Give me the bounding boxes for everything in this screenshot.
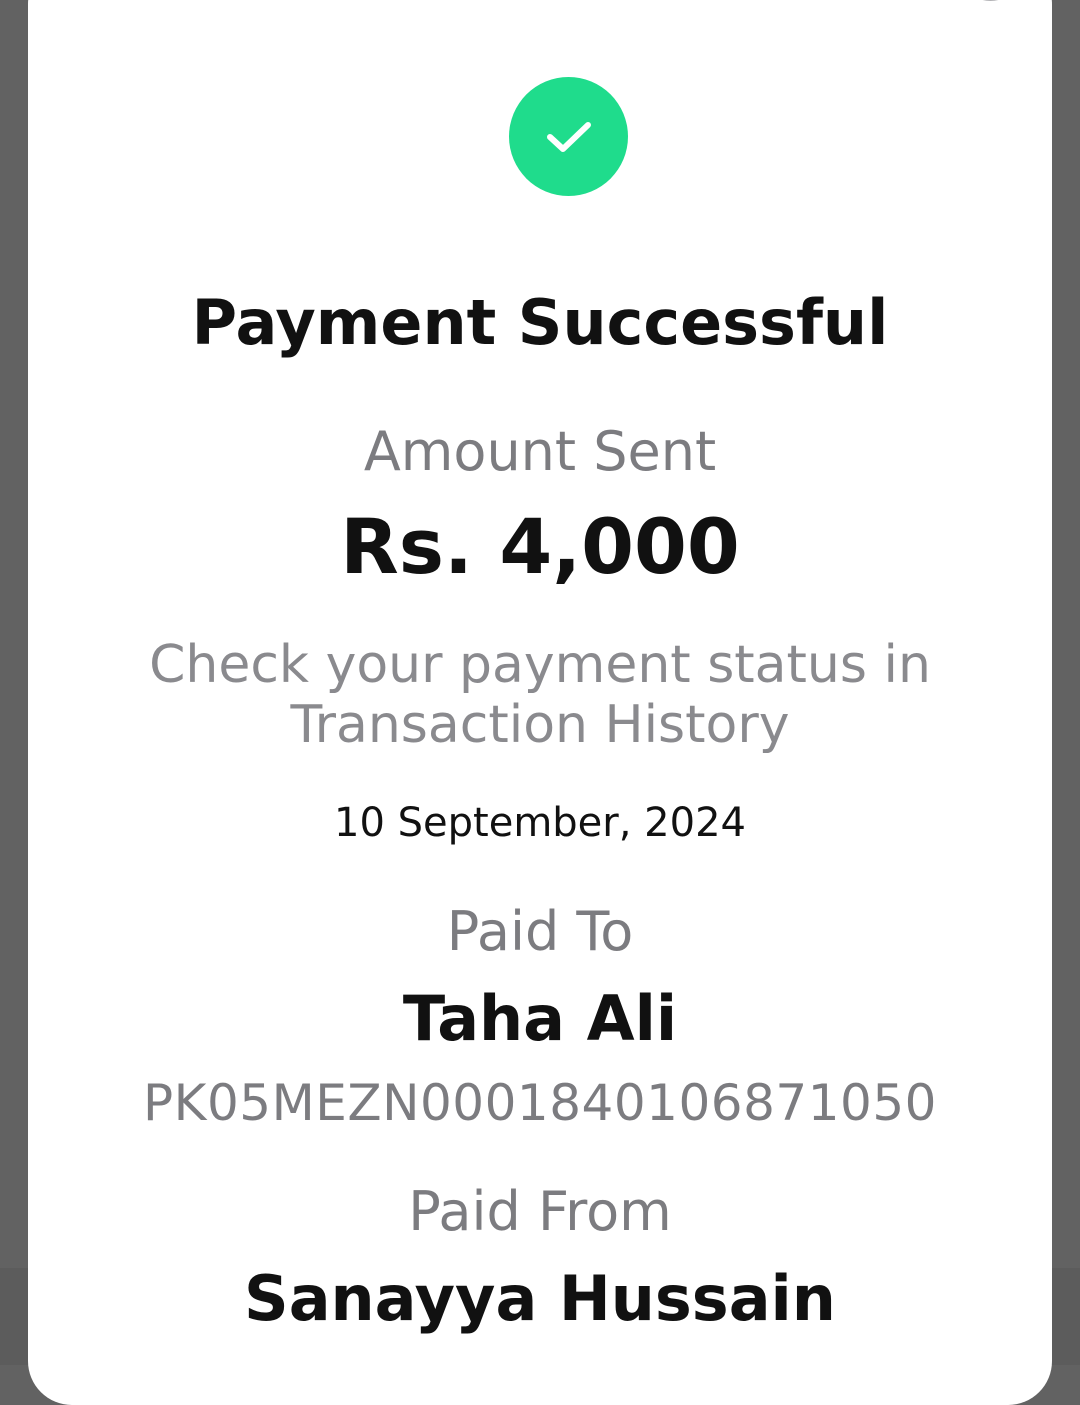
paid-from-name: Sanayya Hussain (244, 1262, 836, 1335)
amount-label: Amount Sent (363, 420, 717, 483)
paid-to-name: Taha Ali (402, 982, 678, 1055)
transaction-date: 10 September, 2024 (334, 800, 746, 846)
status-note-line-1: Check your payment status in (149, 635, 931, 695)
status-note: Check your payment status in Transaction… (0, 635, 1080, 755)
close-button[interactable] (959, 0, 1022, 1)
status-note-line-2: Transaction History (290, 695, 790, 755)
success-badge (509, 77, 628, 196)
page-title: Payment Successful (191, 286, 889, 359)
paid-to-label: Paid To (446, 900, 634, 963)
paid-from-label: Paid From (408, 1180, 672, 1243)
paid-to-account: PK05MEZN0001840106871050 (143, 1074, 937, 1132)
check-icon (546, 121, 591, 152)
amount-value: Rs. 4,000 (340, 502, 740, 591)
